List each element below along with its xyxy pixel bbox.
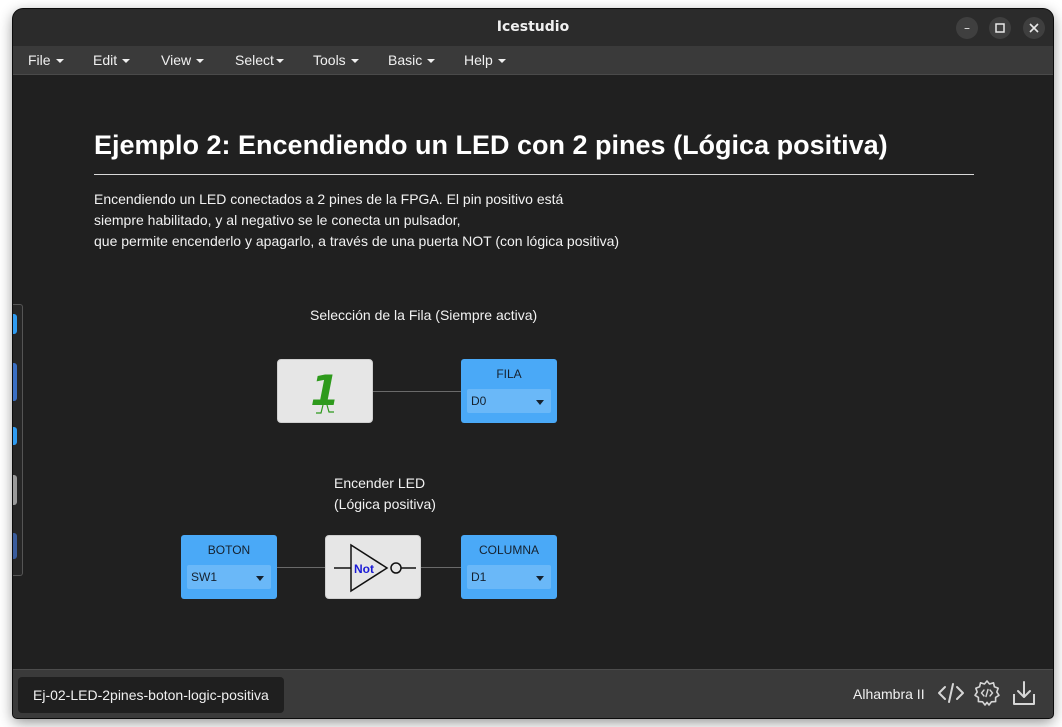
menu-tools[interactable]: Tools [313,52,359,68]
status-bar: Ej-02-LED-2pines-boton-logic-positiva Al… [13,669,1053,718]
chevron-down-icon [350,59,359,64]
minimize-icon: – [964,21,970,35]
title-bar: Icestudio – [13,9,1053,46]
menu-edit-label: Edit [93,52,118,68]
chevron-down-icon [497,59,506,64]
code-icon[interactable] [937,679,965,707]
note-led-line-2: (Lógica positiva) [334,496,436,512]
pin-select[interactable]: SW1 [187,565,271,589]
chevron-down-icon [275,59,284,64]
menu-tools-label: Tools [313,52,346,68]
not-gate-label: Not [354,562,374,576]
dropdown-arrow-icon [256,576,264,581]
chevron-down-icon [196,59,205,64]
dropdown-arrow-icon [536,576,544,581]
page-title: Ejemplo 2: Encendiendo un LED con 2 pine… [94,130,974,175]
output-pin-fila[interactable]: FILA D0 [461,359,557,423]
maximize-button[interactable] [989,17,1011,39]
menu-file[interactable]: File [28,52,64,68]
close-button[interactable] [1023,17,1045,39]
description-line-3: que permite encenderlo y apagarlo, a tra… [94,233,620,249]
pin-select-value: SW1 [191,570,218,584]
collection-sidebar-handle[interactable] [13,304,23,576]
close-icon [1029,23,1039,33]
menu-view-label: View [161,52,192,68]
file-tab[interactable]: Ej-02-LED-2pines-boton-logic-positiva [18,677,284,713]
description-line-1: Encendiendo un LED conectados a 2 pines … [94,191,564,207]
wire[interactable] [421,567,461,568]
menu-basic[interactable]: Basic [388,52,436,68]
pin-select-value: D0 [471,394,487,408]
menu-bar: File Edit View Select Tools Basic Help [13,46,1053,75]
pin-select[interactable]: D0 [467,389,551,413]
sidebar-tab[interactable] [13,427,17,445]
pin-label: BOTON [207,543,251,557]
chevron-down-icon [122,59,131,64]
constant-one-icon: 1 [310,366,339,415]
description-line-2: siempre habilitado, y al negativo se le … [94,212,461,228]
sidebar-tab[interactable] [13,475,17,505]
pin-select[interactable]: D1 [467,565,551,589]
note-led-line-1: Encender LED [334,475,426,491]
chevron-down-icon [55,59,64,64]
gear-code-icon[interactable] [973,679,1001,707]
pin-label: COLUMNA [478,543,539,557]
not-gate-icon: Not [334,543,416,593]
not-gate-block[interactable]: Not [325,535,421,599]
minimize-button[interactable]: – [956,17,978,39]
menu-select-label: Select [235,52,274,68]
menu-edit[interactable]: Edit [93,52,131,68]
menu-help-label: Help [464,52,493,68]
menu-file-label: File [28,52,51,68]
constant-one-block[interactable]: 1 [277,359,373,423]
design-canvas[interactable]: Ejemplo 2: Encendiendo un LED con 2 pine… [13,75,1053,669]
board-selector[interactable]: Alhambra II [853,686,925,702]
sidebar-tab[interactable] [13,363,17,401]
wire[interactable] [373,391,461,392]
sidebar-tab[interactable] [13,314,17,334]
pin-label: FILA [496,367,522,381]
chevron-down-icon [427,59,436,64]
window-title: Icestudio [496,19,570,35]
sidebar-tab[interactable] [13,533,17,559]
maximize-icon [995,23,1005,33]
menu-basic-label: Basic [388,52,423,68]
app-window: Icestudio – File Edit View Select Tools … [13,9,1053,718]
download-icon[interactable] [1010,679,1038,707]
dropdown-arrow-icon [536,400,544,405]
menu-select[interactable]: Select [235,52,284,68]
input-pin-boton[interactable]: BOTON SW1 [181,535,277,599]
note-fila: Selección de la Fila (Siempre activa) [310,307,538,323]
wire[interactable] [277,567,325,568]
pin-select-value: D1 [471,570,487,584]
constant-one-text: 1 [310,366,339,415]
output-pin-columna[interactable]: COLUMNA D1 [461,535,557,599]
menu-help[interactable]: Help [464,52,506,68]
menu-view[interactable]: View [161,52,205,68]
